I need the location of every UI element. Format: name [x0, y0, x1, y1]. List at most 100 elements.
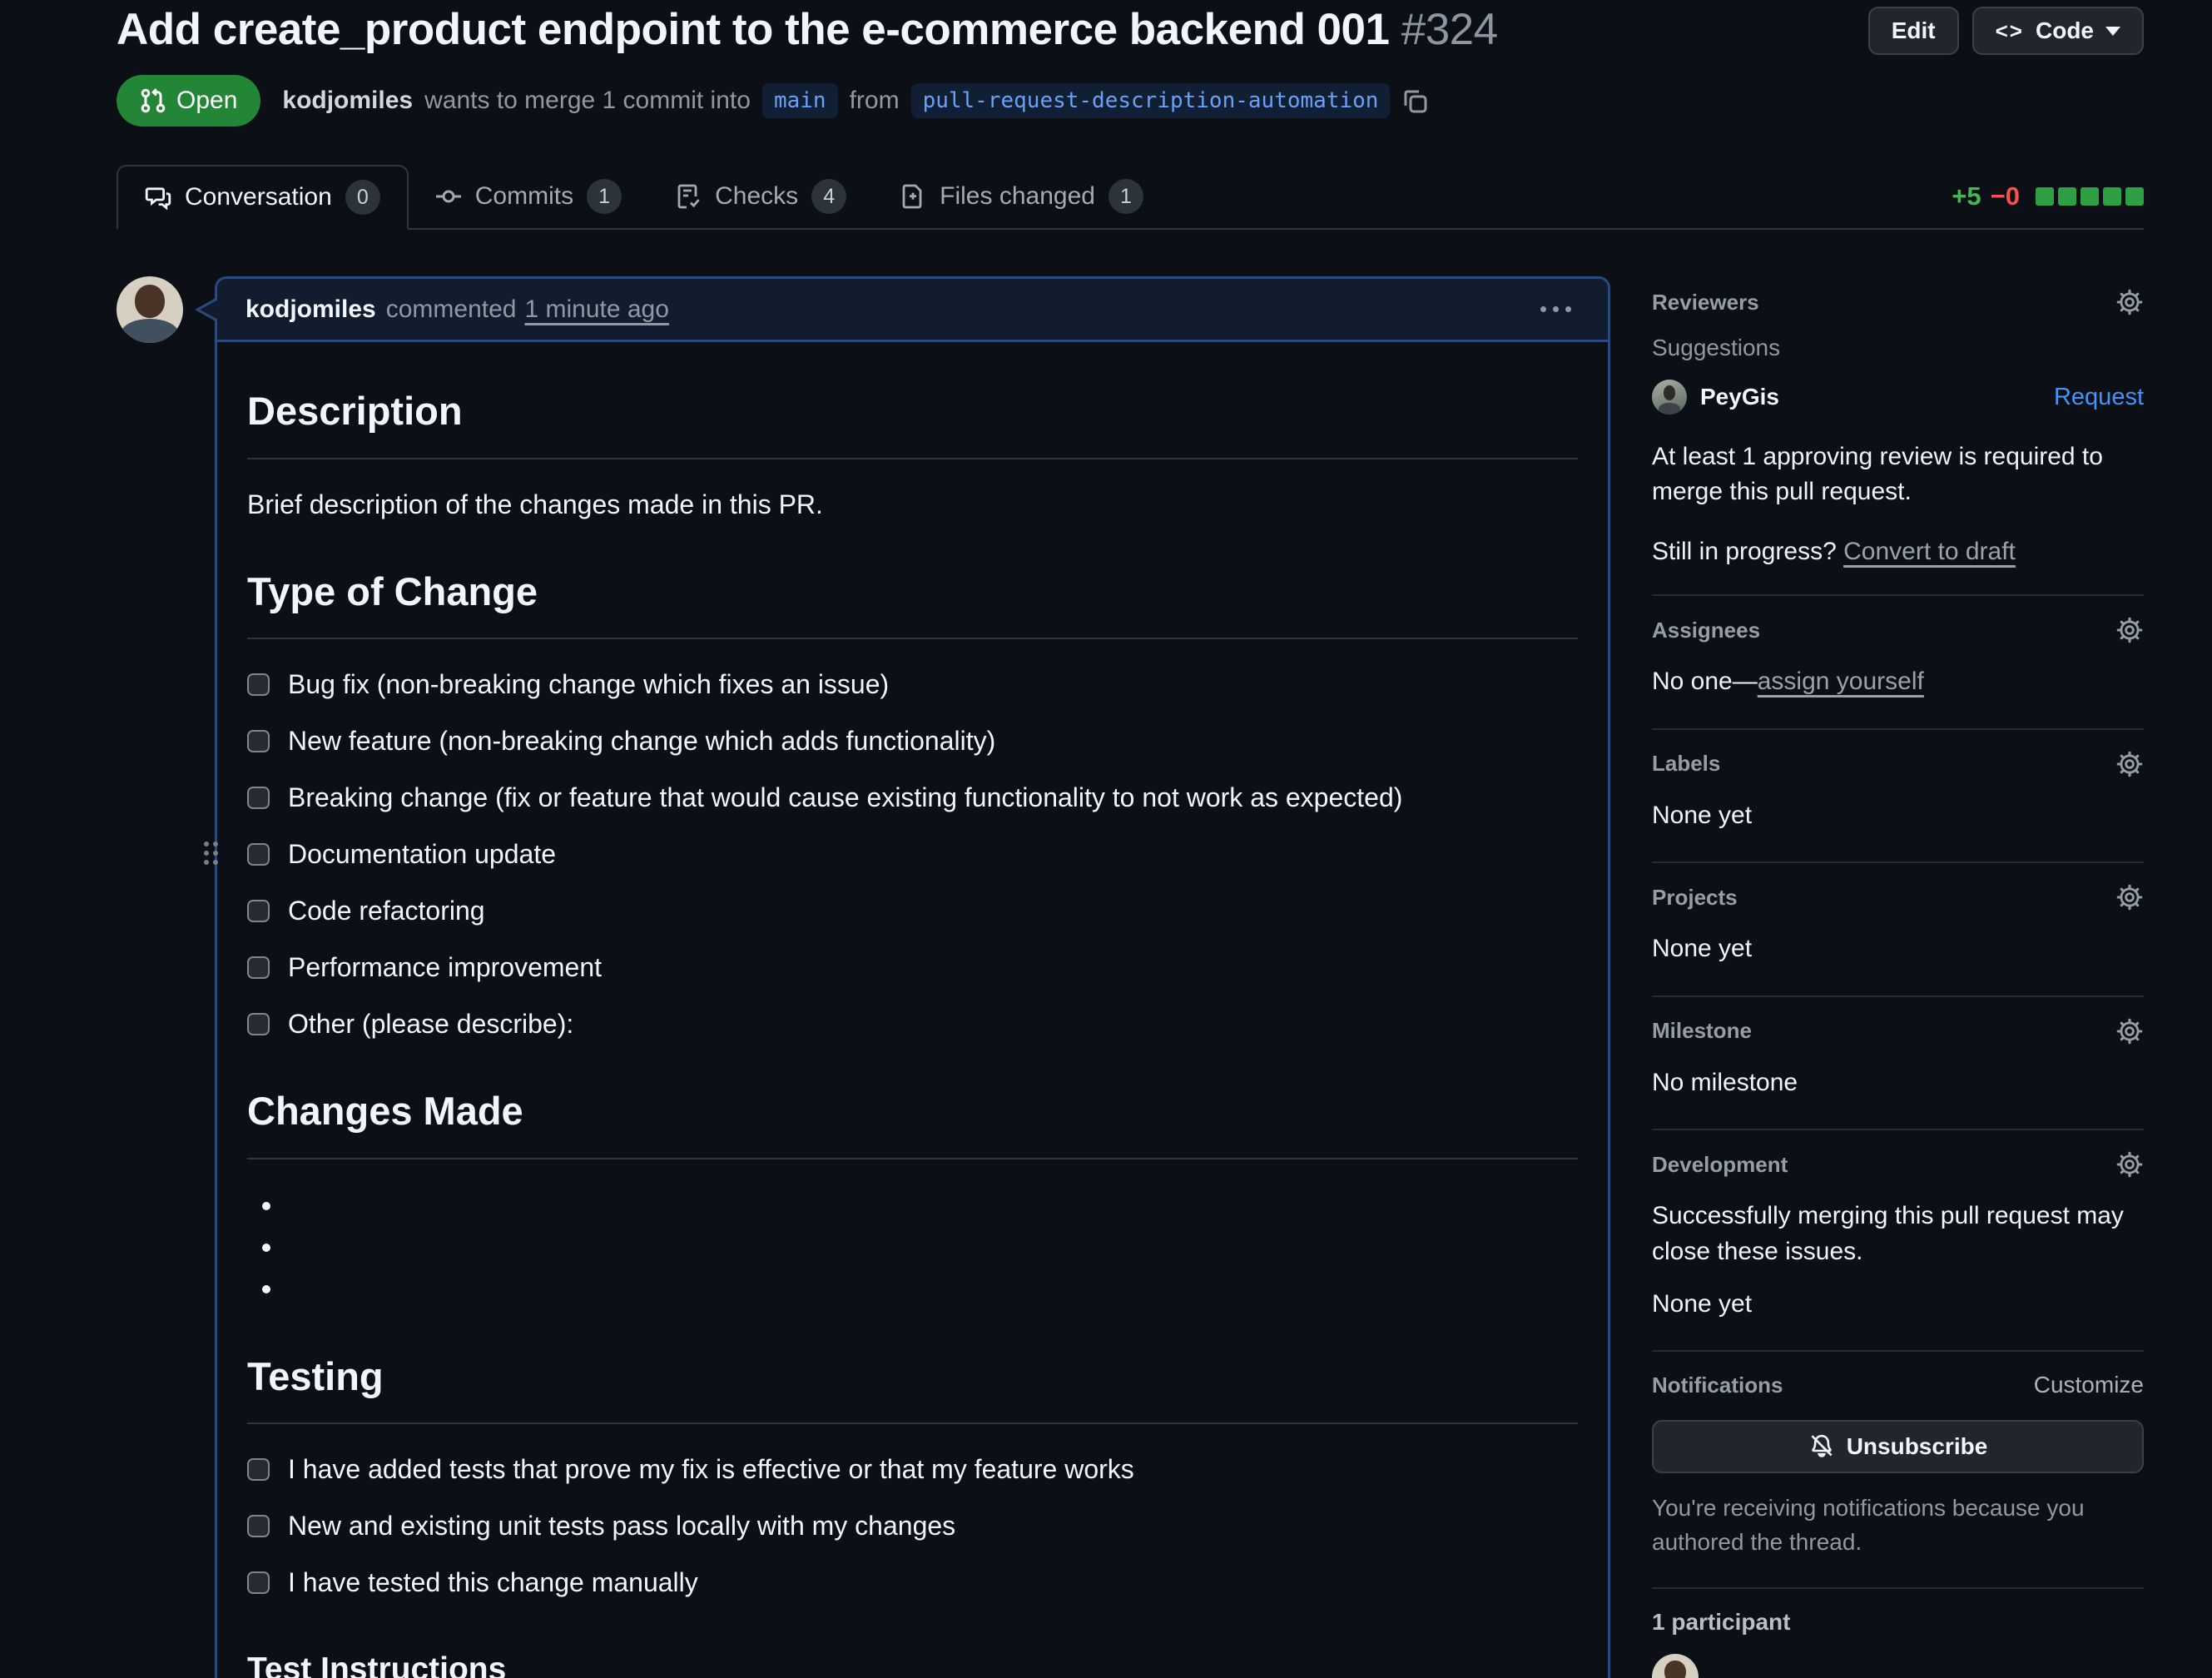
sidebar-section-notifications: Notifications Customize Unsubscribe You'…	[1652, 1352, 2144, 1589]
pr-description-comment: kodjomiles commented 1 minute ago Descri…	[215, 276, 1610, 1678]
convert-to-draft-link[interactable]: Convert to draft	[1843, 538, 2016, 565]
task-item: I have tested this change manually	[247, 1562, 1578, 1602]
checkbox[interactable]	[247, 787, 270, 809]
status-badge: Open	[117, 75, 260, 127]
diffstat[interactable]: +5 −0	[1952, 181, 2144, 211]
notifications-title: Notifications	[1652, 1373, 1783, 1398]
customize-link[interactable]: Customize	[2034, 1372, 2144, 1398]
diff-block	[2081, 187, 2099, 206]
section-heading-test-instructions: Test Instructions	[247, 1646, 1578, 1678]
assign-yourself-link[interactable]: assign yourself	[1758, 668, 1924, 695]
copy-icon[interactable]	[1401, 87, 1428, 114]
task-item: Breaking change (fix or feature that wou…	[247, 777, 1578, 817]
grabber-icon[interactable]	[204, 841, 218, 865]
avatar[interactable]	[1652, 380, 1687, 415]
gear-icon[interactable]	[2115, 616, 2144, 644]
checkbox[interactable]	[247, 730, 270, 752]
notifications-note: You're receiving notifications because y…	[1652, 1492, 2144, 1559]
checkbox[interactable]	[247, 1515, 270, 1537]
suggestions-label: Suggestions	[1652, 335, 2144, 361]
tab-conversation-label: Conversation	[185, 183, 332, 211]
task-label: Other (please describe):	[288, 1004, 573, 1044]
gear-icon[interactable]	[2115, 883, 2144, 911]
diffstat-deletions: −0	[1991, 181, 2020, 211]
request-review-link[interactable]: Request	[2054, 384, 2144, 411]
tab-files-changed-label: Files changed	[940, 182, 1095, 211]
tab-files-changed[interactable]: Files changed 1	[873, 165, 1170, 228]
task-label: I have added tests that prove my fix is …	[288, 1449, 1134, 1489]
sidebar-section-assignees: Assignees No one—assign yourself	[1652, 596, 2144, 730]
code-button-label: Code	[2036, 17, 2094, 44]
sidebar-section-participants: 1 participant	[1652, 1589, 2144, 1678]
head-branch-label[interactable]: pull-request-description-automation	[911, 83, 1391, 118]
comment-body: Description Brief description of the cha…	[217, 342, 1608, 1678]
diff-block	[2125, 187, 2144, 206]
checkbox[interactable]	[247, 956, 270, 979]
gear-icon[interactable]	[2115, 288, 2144, 316]
checkbox[interactable]	[247, 1013, 270, 1035]
base-branch-label[interactable]: main	[762, 83, 838, 118]
gear-icon[interactable]	[2115, 750, 2144, 778]
tab-commits-label: Commits	[475, 182, 573, 211]
task-item: New and existing unit tests pass locally…	[247, 1506, 1578, 1546]
code-icon: <>	[1996, 18, 2024, 44]
bullet-item	[284, 1226, 1578, 1268]
pr-title-text: Add create_product endpoint to the e-com…	[117, 5, 1390, 54]
pull-request-page: Add create_product endpoint to the e-com…	[0, 0, 2212, 1678]
git-pull-request-icon	[140, 87, 166, 114]
reviewers-title: Reviewers	[1652, 290, 1759, 315]
task-item: Documentation update	[247, 834, 1578, 874]
sidebar-section-milestone: Milestone No milestone	[1652, 997, 2144, 1131]
from-text: from	[850, 87, 900, 115]
checkbox[interactable]	[247, 1571, 270, 1594]
milestone-title: Milestone	[1652, 1018, 1752, 1044]
kebab-icon[interactable]	[1532, 298, 1580, 320]
gear-icon[interactable]	[2115, 1150, 2144, 1179]
comment-header: kodjomiles commented 1 minute ago	[217, 279, 1608, 342]
author-link[interactable]: kodjomiles	[282, 87, 413, 115]
task-label: Breaking change (fix or feature that wou…	[288, 777, 1402, 817]
comment-action-text: commented	[386, 295, 517, 324]
edit-button-label: Edit	[1892, 17, 1936, 44]
merge-action-text: wants to merge 1 commit into	[424, 87, 751, 115]
task-item: Performance improvement	[247, 947, 1578, 987]
avatar[interactable]	[117, 276, 183, 343]
reviewer-suggestion-row: PeyGis Request	[1652, 380, 2144, 415]
checkbox[interactable]	[247, 1458, 270, 1481]
diffstat-additions: +5	[1952, 181, 1981, 211]
checkbox[interactable]	[247, 673, 270, 696]
task-item: Other (please describe):	[247, 1004, 1578, 1044]
unsubscribe-button[interactable]: Unsubscribe	[1652, 1420, 2144, 1473]
checkbox[interactable]	[247, 843, 270, 866]
tab-conversation[interactable]: Conversation 0	[117, 165, 409, 230]
file-diff-icon	[900, 183, 926, 210]
labels-title: Labels	[1652, 751, 1720, 777]
gear-icon[interactable]	[2115, 1017, 2144, 1045]
tab-commits[interactable]: Commits 1	[409, 165, 648, 228]
description-text: Brief description of the changes made in…	[247, 484, 1578, 524]
diffstat-blocks	[2036, 187, 2144, 206]
task-label: Bug fix (non-breaking change which fixes…	[288, 664, 889, 704]
pr-number: #324	[1401, 5, 1498, 54]
projects-title: Projects	[1652, 885, 1738, 911]
reviewer-name-link[interactable]: PeyGis	[1700, 384, 1779, 410]
comment-discussion-icon	[145, 184, 171, 211]
avatar[interactable]	[1652, 1654, 1699, 1678]
development-note: Successfully merging this pull request m…	[1652, 1199, 2144, 1269]
code-button[interactable]: <> Code	[1972, 7, 2144, 55]
participants-title: 1 participant	[1652, 1609, 2144, 1636]
diff-block	[2058, 187, 2076, 206]
edit-button[interactable]: Edit	[1868, 7, 1959, 55]
comment-author-link[interactable]: kodjomiles	[246, 295, 376, 324]
tab-files-changed-count: 1	[1108, 179, 1143, 214]
tab-checks[interactable]: Checks 4	[648, 165, 873, 228]
bullet-item	[284, 1184, 1578, 1226]
checkbox[interactable]	[247, 900, 270, 922]
caret-down-icon	[2105, 27, 2120, 36]
task-label: New and existing unit tests pass locally…	[288, 1506, 955, 1546]
tab-commits-count: 1	[587, 179, 622, 214]
no-assignee-text: No one—	[1652, 668, 1758, 695]
diff-block	[2036, 187, 2054, 206]
comment-timestamp-link[interactable]: 1 minute ago	[524, 295, 668, 324]
sidebar-section-reviewers: Reviewers Suggestions PeyGis Request At …	[1652, 276, 2144, 596]
